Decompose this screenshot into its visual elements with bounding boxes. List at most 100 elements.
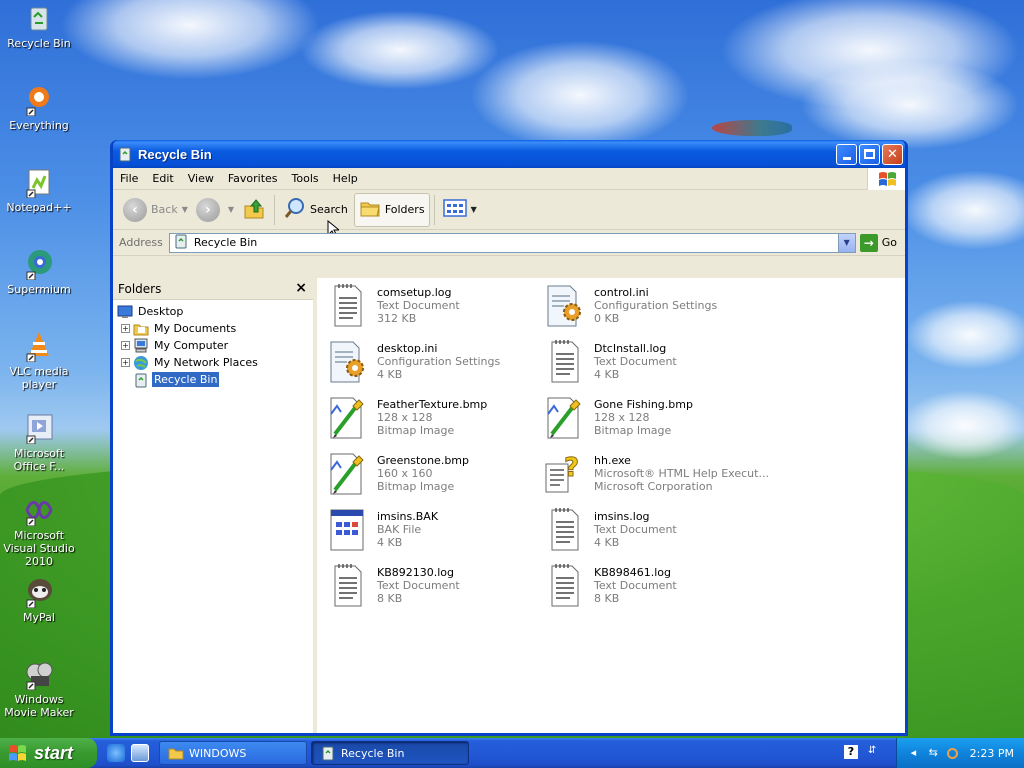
address-input[interactable]: Recycle Bin ▼ [168, 232, 856, 253]
file-item[interactable]: Greenstone.bmp 160 x 160 Bitmap Image [323, 450, 533, 500]
recycle-bin-icon [117, 146, 133, 162]
up-folder-icon [242, 196, 266, 223]
search-tray-icon[interactable] [946, 747, 958, 759]
windows-logo-icon [867, 168, 905, 190]
tree-item-label: Recycle Bin [152, 372, 220, 387]
text-document-icon [540, 506, 588, 554]
text-document-icon [323, 562, 371, 610]
menu-file[interactable]: File [113, 172, 145, 185]
expand-icon[interactable]: + [121, 358, 130, 367]
file-detail: 4 KB [377, 536, 403, 549]
file-item[interactable]: comsetup.log Text Document 312 KB [323, 282, 533, 332]
go-button[interactable]: → Go [859, 233, 897, 252]
close-button[interactable]: ✕ [882, 143, 903, 165]
tree-item-my-documents[interactable]: + My Documents [113, 320, 313, 337]
movie-maker-icon [23, 658, 55, 691]
connection-icon[interactable]: ⇆ [929, 746, 943, 760]
chevron-down-icon: ▼ [470, 205, 477, 214]
file-item[interactable]: control.ini Configuration Settings 0 KB [540, 282, 750, 332]
file-item[interactable]: Gone Fishing.bmp 128 x 128 Bitmap Image [540, 394, 750, 444]
file-type: Text Document [594, 579, 677, 592]
file-item[interactable]: desktop.ini Configuration Settings 4 KB [323, 338, 533, 388]
menu-tools[interactable]: Tools [285, 172, 326, 185]
file-item[interactable]: imsins.log Text Document 4 KB [540, 506, 750, 556]
start-button[interactable]: start [0, 738, 97, 768]
content-panes: Folders × Desktop + My Documents + My Co… [113, 278, 905, 733]
show-desktop-icon[interactable] [131, 744, 149, 762]
minimize-button[interactable] [836, 143, 857, 165]
office-icon [23, 412, 55, 445]
up-folder-button[interactable] [238, 193, 270, 227]
tree-item-my-computer[interactable]: + My Computer [113, 337, 313, 354]
task-windows[interactable]: WINDOWS [159, 741, 307, 765]
file-item[interactable]: FeatherTexture.bmp 128 x 128 Bitmap Image [323, 394, 533, 444]
desktop-icon-recycle-bin[interactable]: Recycle Bin [0, 2, 78, 50]
desktop-icon-mypal[interactable]: MyPal [0, 576, 78, 624]
file-name: KB898461.log [594, 566, 672, 579]
help-tray-icon[interactable]: ? [844, 745, 858, 759]
forward-button[interactable]: › ▼ [192, 193, 238, 227]
desktop-icon-supermium[interactable]: Supermium [0, 248, 78, 296]
desktop-icon-vlc[interactable]: VLC media player [0, 330, 78, 391]
file-name: hh.exe [594, 454, 631, 467]
menu-help[interactable]: Help [326, 172, 365, 185]
file-type: Configuration Settings [377, 355, 501, 368]
menu-view[interactable]: View [181, 172, 221, 185]
maximize-button[interactable] [859, 143, 880, 165]
toolbar-separator [274, 194, 276, 225]
back-label: Back [151, 203, 178, 216]
views-icon [442, 199, 467, 220]
desktop-icon-label: Everything [9, 119, 69, 132]
desktop-icon-notepadpp[interactable]: Notepad++ [0, 166, 78, 214]
file-item[interactable]: ? hh.exe Microsoft® HTML Help Execut... Mic… [540, 450, 769, 500]
desktop-icon-label: Notepad++ [6, 201, 72, 214]
tree-item-recycle-bin[interactable]: Recycle Bin [113, 371, 313, 388]
volume-icon[interactable]: ◂ [911, 746, 925, 760]
expand-icon[interactable]: + [121, 324, 130, 333]
folders-button[interactable]: Folders [353, 192, 430, 227]
desktop-icon-movie-maker[interactable]: Windows Movie Maker [0, 658, 78, 719]
file-info: Gone Fishing.bmp 128 x 128 Bitmap Image [594, 394, 693, 444]
tree-item-my-network-places[interactable]: + My Network Places [113, 354, 313, 371]
file-item[interactable]: KB892130.log Text Document 8 KB [323, 562, 533, 612]
close-icon: ✕ [887, 146, 898, 162]
supermium-icon [23, 248, 55, 281]
window-title: Recycle Bin [138, 146, 212, 162]
close-icon[interactable]: × [295, 280, 307, 296]
search-button[interactable]: Search [279, 193, 352, 227]
file-detail: 4 KB [594, 368, 620, 381]
file-item[interactable]: DtcInstall.log Text Document 4 KB [540, 338, 750, 388]
views-button[interactable]: ▼ [439, 193, 481, 227]
file-item[interactable]: KB898461.log Text Document 8 KB [540, 562, 750, 612]
desktop-icon-everything[interactable]: Everything [0, 84, 78, 132]
network-tray-icon[interactable]: ⇵ [868, 745, 880, 759]
title-bar[interactable]: Recycle Bin ✕ [113, 140, 905, 168]
forward-arrow-icon: › [195, 197, 220, 222]
desktop-icon-label: Windows Movie Maker [4, 693, 74, 719]
svg-text:?: ? [564, 453, 579, 483]
search-label: Search [310, 203, 348, 216]
vlc-icon [23, 330, 55, 363]
file-name: imsins.BAK [377, 510, 439, 523]
desktop-icon-label: VLC media player [9, 365, 69, 391]
desktop-icon-office[interactable]: Microsoft Office F... [0, 412, 78, 473]
quick-launch [107, 744, 155, 762]
file-item[interactable]: imsins.BAK BAK File 4 KB [323, 506, 533, 556]
text-document-icon [540, 338, 588, 386]
file-info: hh.exe Microsoft® HTML Help Execut... Micr… [594, 450, 769, 500]
internet-explorer-icon[interactable] [107, 744, 125, 762]
menu-edit[interactable]: Edit [145, 172, 180, 185]
config-settings-icon [540, 282, 588, 330]
address-dropdown-button[interactable]: ▼ [837, 233, 855, 252]
tree-item-desktop[interactable]: Desktop [113, 303, 313, 320]
expand-icon[interactable]: + [121, 341, 130, 350]
desktop-icon-visual-studio[interactable]: Microsoft Visual Studio 2010 [0, 494, 78, 568]
recycle-bin-icon [133, 372, 149, 388]
network-places-icon [133, 355, 149, 371]
bitmap-image-icon [323, 450, 371, 498]
back-button[interactable]: ‹ Back ▼ [119, 193, 192, 227]
task-recycle-bin[interactable]: Recycle Bin [311, 741, 469, 765]
folders-pane-header: Folders × [113, 278, 313, 300]
tree-item-label: Desktop [138, 305, 184, 318]
menu-favorites[interactable]: Favorites [221, 172, 285, 185]
